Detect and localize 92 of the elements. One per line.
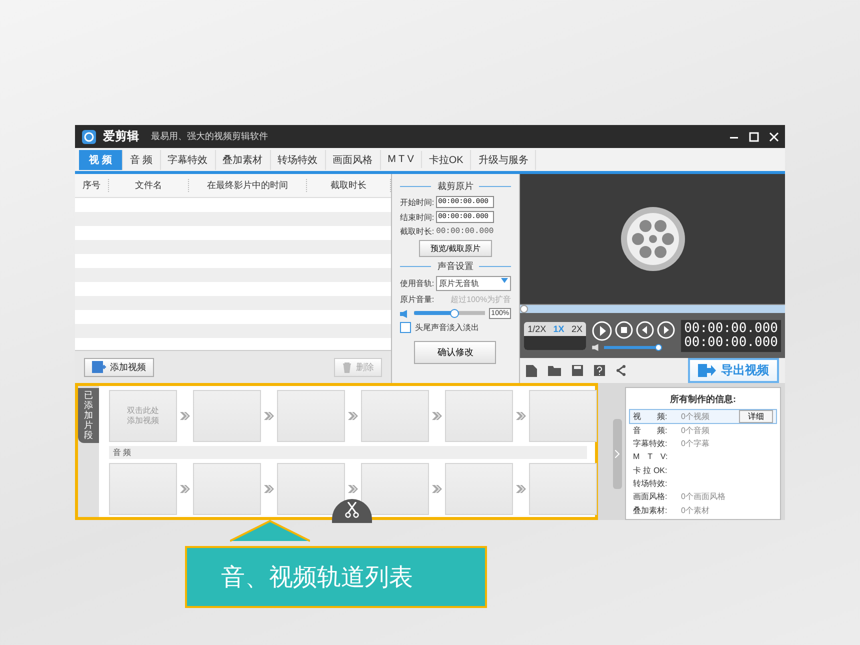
chevron-arrow-icon [347,410,359,422]
clip-slot[interactable] [529,390,597,442]
collapse-handle[interactable] [613,418,622,488]
info-row[interactable]: 画面风格: 0个画面风格 [629,490,777,504]
add-video-icon [92,361,106,373]
play-icon[interactable] [592,320,612,341]
tab[interactable]: 升级与服务 [471,150,536,170]
section-title: 声音设置 [400,260,512,273]
chevron-arrow-icon [431,483,443,495]
progress-bar[interactable] [520,304,785,314]
trash-icon [342,362,352,372]
clip-slot[interactable] [277,463,345,515]
speed-option[interactable]: 2X [571,324,582,334]
speaker-icon [592,344,602,351]
chevron-arrow-icon [515,483,527,495]
tab[interactable]: 音 频 [122,150,161,170]
field-label: 开始时间: [400,196,434,208]
chevron-arrow-icon [179,483,191,495]
export-arrow-icon [698,364,716,377]
field-label: 原片音量: [400,294,434,305]
jog-wheel[interactable] [524,336,586,350]
save-icon[interactable] [572,365,584,376]
clip-slot[interactable] [529,463,597,515]
chevron-arrow-icon [263,483,275,495]
next-frame-icon[interactable] [657,320,676,339]
player-volume-slider[interactable] [604,344,662,351]
info-row[interactable]: 卡 拉 OK: [629,464,777,477]
tab[interactable]: 叠加素材 [216,150,271,170]
share-icon[interactable] [616,365,626,376]
section-title: 裁剪原片 [400,180,512,193]
checkbox-label: 头尾声音淡入淡出 [414,322,479,333]
field-label: 截取时长: [400,226,434,237]
maximize-icon[interactable] [749,132,759,142]
chevron-arrow-icon [347,483,359,495]
caret-icon [501,278,508,283]
info-row[interactable]: 字幕特效: 0个字幕 [629,436,777,450]
speed-option[interactable]: 1/2X [528,324,546,334]
stop-icon[interactable] [615,320,634,339]
column-header: 截取时长 [307,179,391,192]
track-label: 音 频 [109,446,587,459]
chevron-arrow-icon [515,410,527,422]
previous-frame-icon[interactable] [636,320,654,339]
speaker-icon [400,310,410,318]
checkbox[interactable] [400,322,411,333]
field-label: 使用音轨: [400,278,434,289]
callout-label: 音、视频轨道列表 [185,546,487,608]
tab[interactable]: M T V [380,151,422,168]
info-row[interactable]: 视 频: 0个视频 详细 [629,409,777,424]
add-video-button[interactable]: 添加视频 [84,358,154,376]
chevron-arrow-icon [263,410,275,422]
column-header: 文件名 [109,179,189,192]
info-row[interactable]: 转场特效: [629,476,777,490]
clip-slot[interactable] [193,463,261,515]
chevron-arrow-icon [179,410,191,422]
tab[interactable]: 转场特效 [270,150,326,170]
info-row[interactable]: M T V: [629,450,777,464]
scissors-icon [345,502,359,518]
clip-placeholder: 添加视频 [127,416,159,426]
close-icon[interactable] [769,132,779,142]
side-tab[interactable]: 已添加片段 [78,388,99,444]
tab[interactable]: 画面风格 [326,150,381,170]
window-title: 爱剪辑 [103,128,139,145]
info-row[interactable]: 音 频: 0个音频 [629,424,777,437]
panel-title: 所有制作的信息: [669,393,737,406]
window-subtitle: 最易用、强大的视频剪辑软件 [151,130,268,143]
clip-slot[interactable] [361,390,429,442]
clip-slot[interactable] [445,390,513,442]
audio-track-dropdown[interactable]: 原片无音轨 [436,276,512,291]
preview-trim-button[interactable]: 预览/截取原片 [419,240,492,257]
film-reel-icon [620,206,686,272]
detail-button[interactable]: 详细 [739,410,773,423]
clip-slot[interactable] [193,390,261,442]
clip-slot[interactable] [277,390,345,442]
duration-value: 00:00:00.000 [436,227,494,236]
clip-slot[interactable] [109,463,177,515]
clip-slot[interactable] [361,463,429,515]
clip-slot[interactable] [445,463,513,515]
help-icon[interactable] [594,365,606,376]
tab[interactable]: 字幕特效 [160,150,216,170]
app-logo-icon [81,128,97,144]
time-display: 00:00:00.000 00:00:00.000 [681,320,781,352]
confirm-button[interactable]: 确认修改 [414,341,496,364]
chevron-arrow-icon [431,410,443,422]
new-file-icon[interactable] [526,364,538,376]
folder-icon[interactable] [548,365,562,376]
info-row[interactable]: 叠加素材: 0个素材 [629,504,777,518]
volume-hint: 超过100%为扩音 [450,294,512,305]
column-header: 在最终影片中的时间 [189,179,307,192]
column-header: 序号 [75,179,109,192]
clip-placeholder: 双击此处 [127,406,159,416]
tab[interactable]: 卡拉OK [422,150,472,170]
field-label: 结束时间: [400,212,434,222]
